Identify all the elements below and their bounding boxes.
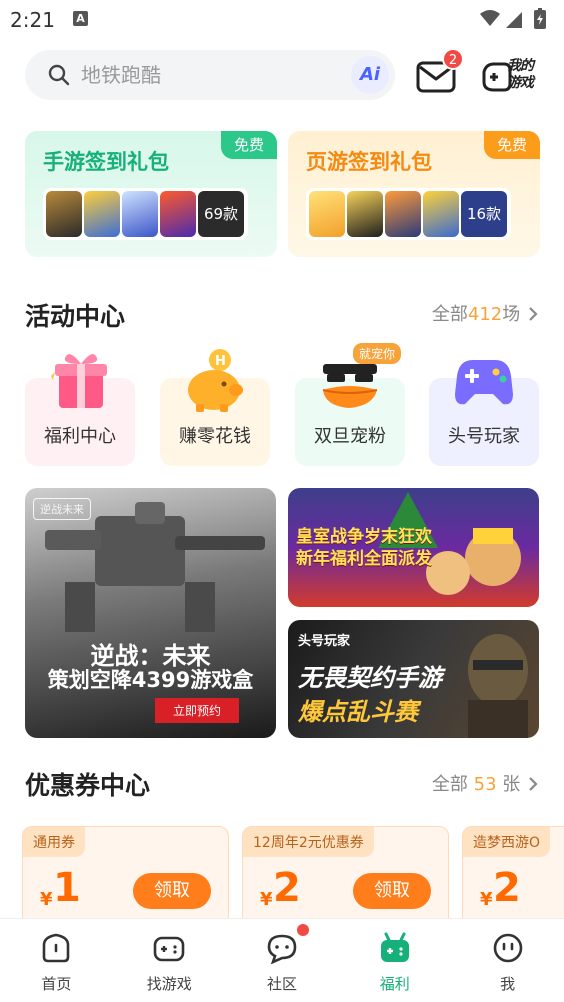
search-input[interactable] — [81, 60, 331, 90]
status-bar: 2:21 A — [0, 0, 564, 40]
notification-icon: A — [73, 11, 88, 26]
free-badge: 免费 — [221, 131, 277, 159]
nav-welfare[interactable]: 福利 — [338, 919, 451, 1002]
game-thumbnail — [385, 191, 421, 237]
coupon-amount: 2 — [493, 865, 521, 911]
bottom-nav: 首页 找游戏 社区 福利 我 — [0, 918, 564, 1002]
chat-icon — [267, 934, 297, 965]
nav-label: 社区 — [266, 975, 297, 993]
activity-earn-money[interactable]: H 赚零花钱 — [160, 349, 270, 466]
coupon-currency: ¥ — [260, 889, 273, 910]
activity-top-player[interactable]: 头号玩家 — [429, 360, 539, 466]
gift-box-icon — [380, 932, 409, 962]
activity-label: 头号玩家 — [448, 426, 520, 447]
gift-card-title: 页游签到礼包 — [306, 150, 432, 174]
activity-label: 双旦宠粉 — [314, 426, 386, 447]
nav-community[interactable]: 社区 — [226, 919, 339, 1002]
nav-label: 福利 — [379, 975, 410, 993]
game-thumbnail — [309, 191, 345, 237]
free-badge: 免费 — [484, 131, 540, 159]
banner-nizhan-future[interactable]: 逆战未来 逆战：未来 策划空降4399游戏盒 立即预约 — [25, 488, 276, 738]
coupon-amount: 2 — [273, 865, 301, 911]
game-thumbnail — [46, 191, 82, 237]
game-thumbnail — [160, 191, 196, 237]
ai-search-button[interactable]: Ai — [351, 56, 389, 94]
activity-section-title: 活动中心 — [25, 302, 126, 331]
search-icon — [48, 64, 70, 86]
community-notification-dot — [297, 924, 309, 936]
banner-subline: 策划空降4399游戏盒 — [47, 668, 254, 692]
game-thumbnail — [84, 191, 120, 237]
coupon-currency: ¥ — [480, 889, 493, 910]
banner-subline: 爆点乱斗赛 — [298, 698, 418, 726]
nav-me[interactable]: 我 — [451, 919, 564, 1002]
game-thumbnails: 69款 — [43, 188, 248, 240]
game-thumbnails: 16款 — [306, 188, 511, 240]
activity-label: 赚零花钱 — [179, 426, 251, 447]
mobile-game-gift-card[interactable]: 手游签到礼包 免费 69款 — [25, 131, 277, 257]
banner-headline: 无畏契约手游 — [298, 664, 442, 692]
gamepad-icon — [153, 936, 185, 962]
coupon-section-title: 优惠券中心 — [25, 771, 151, 800]
face-icon — [493, 933, 522, 963]
search-bar[interactable]: Ai — [25, 50, 395, 100]
nav-label: 我 — [500, 975, 516, 993]
my-games-label[interactable]: 我的 游戏 — [507, 58, 534, 92]
game-thumbnail — [423, 191, 459, 237]
mecha-illustration — [45, 502, 265, 632]
home-icon — [43, 933, 70, 963]
game-count: 69款 — [198, 191, 244, 237]
game-thumbnail — [122, 191, 158, 237]
banner-valorant-mobile[interactable]: 头号玩家 无畏契约手游 爆点乱斗赛 — [288, 620, 539, 738]
game-thumbnail — [347, 191, 383, 237]
gift-icon — [51, 354, 107, 408]
gamepad-icon — [455, 360, 513, 405]
nav-home[interactable]: 首页 — [0, 919, 113, 1002]
status-time: 2:21 — [10, 8, 55, 32]
signal-battery-icon — [480, 8, 546, 29]
coupon-amount: 1 — [53, 865, 81, 911]
reserve-button[interactable]: 立即预约 — [155, 698, 240, 723]
banner-clash-royale[interactable]: 皇室战争岁末狂欢 新年福利全面派发 — [288, 488, 539, 607]
coupon-currency: ¥ — [40, 889, 53, 910]
coupon-tag: 12周年2元优惠券 — [243, 827, 374, 857]
activity-label: 福利中心 — [44, 426, 116, 447]
coupon-tag: 造梦西游O — [463, 827, 551, 857]
nav-find-games[interactable]: 找游戏 — [113, 919, 226, 1002]
gift-card-title: 手游签到礼包 — [43, 150, 169, 174]
game-count: 16款 — [461, 191, 507, 237]
claim-button[interactable]: 领取 — [353, 873, 431, 909]
chevron-right-icon — [529, 777, 538, 791]
claim-button[interactable]: 领取 — [133, 873, 211, 909]
mail-badge: 2 — [442, 48, 464, 70]
banner-subline: 新年福利全面派发 — [296, 549, 432, 569]
nav-label: 找游戏 — [146, 975, 192, 993]
activity-welfare-center[interactable]: 福利中心 — [25, 354, 135, 466]
coupon-tag: 通用券 — [23, 827, 85, 857]
coupon-see-all[interactable]: 全部 53 张 — [432, 770, 540, 796]
web-game-gift-card[interactable]: 页游签到礼包 免费 16款 — [288, 131, 540, 257]
piggy-bank-icon: H — [188, 349, 243, 412]
svg-text:H: H — [215, 354, 226, 369]
promo-tag: 就宠你 — [353, 343, 402, 364]
nav-label: 首页 — [41, 975, 72, 993]
chevron-right-icon — [529, 307, 538, 321]
banner-tag: 头号玩家 — [298, 634, 351, 649]
activity-see-all[interactable]: 全部412场 — [432, 300, 540, 326]
activity-holiday-fans[interactable]: 双旦宠粉 — [295, 364, 405, 466]
